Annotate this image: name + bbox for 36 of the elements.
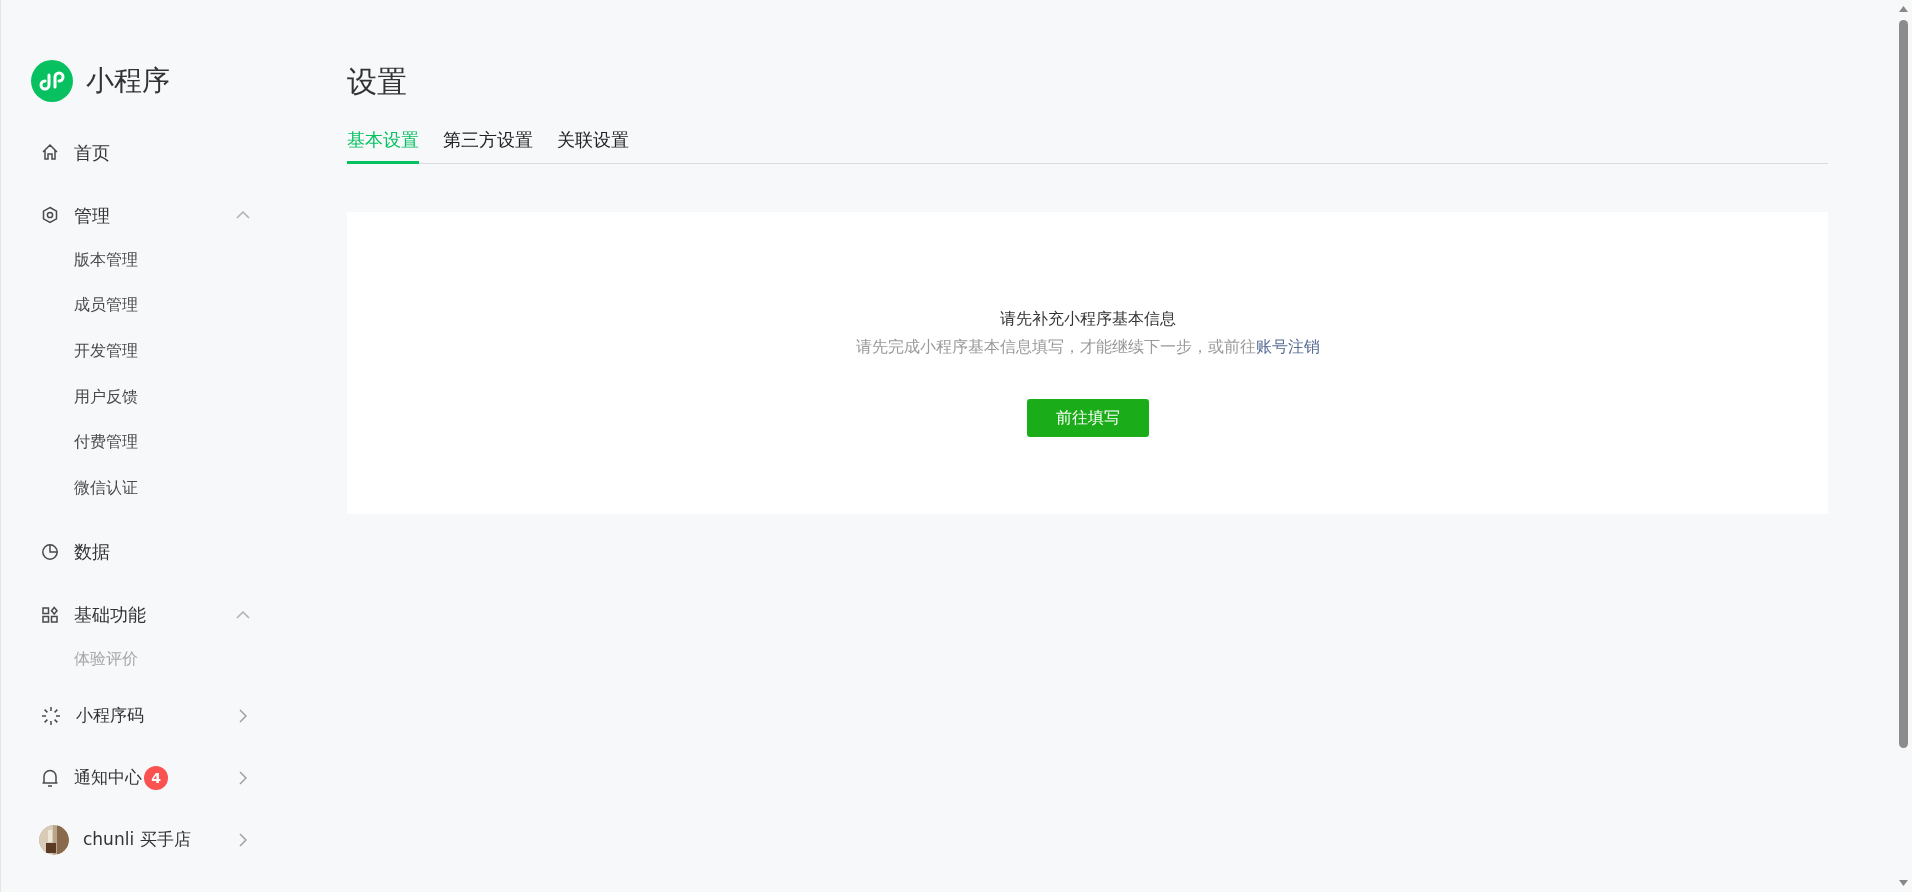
notice-title: 请先补充小程序基本信息 bbox=[999, 308, 1176, 330]
nav-item[interactable]: 管理 bbox=[31, 193, 257, 237]
tab[interactable]: 关联设置 bbox=[557, 126, 629, 164]
notification-badge: 4 bbox=[144, 766, 168, 790]
sparkle-icon bbox=[41, 706, 61, 726]
bell-icon bbox=[41, 768, 59, 788]
nav-subitem[interactable]: 微信认证 bbox=[31, 464, 138, 511]
scroll-down-icon[interactable] bbox=[1899, 880, 1908, 886]
nav-item[interactable]: chunli 买手店 bbox=[31, 809, 257, 871]
chevron-right-icon[interactable] bbox=[239, 833, 247, 847]
chevron-right-icon[interactable] bbox=[239, 709, 247, 723]
nav-subitem[interactable]: 成员管理 bbox=[31, 282, 138, 329]
tab[interactable]: 第三方设置 bbox=[443, 126, 533, 164]
nav-item[interactable]: 首页 bbox=[31, 130, 257, 174]
scrollbar-thumb[interactable] bbox=[1899, 20, 1908, 748]
logo-icon bbox=[31, 60, 73, 102]
page-title: 设置 bbox=[347, 63, 408, 101]
pie-chart-icon bbox=[41, 542, 59, 561]
nav-subitem[interactable]: 版本管理 bbox=[31, 237, 138, 283]
nav-item[interactable]: 通知中心 4 bbox=[31, 747, 257, 809]
nav-subitem[interactable]: 开发管理 bbox=[31, 328, 138, 374]
chevron-up-icon[interactable] bbox=[236, 610, 250, 619]
nav-item[interactable]: 基础功能 bbox=[31, 592, 257, 637]
chevron-up-icon[interactable] bbox=[236, 211, 250, 219]
nav-item[interactable]: 数据 bbox=[31, 529, 257, 574]
nav-subitem[interactable]: 付费管理 bbox=[31, 419, 138, 465]
chevron-right-icon[interactable] bbox=[239, 771, 247, 785]
notice-text: 请先完成小程序基本信息填写，才能继续下一步，或前往账号注销 bbox=[855, 336, 1320, 358]
hexagon-icon bbox=[41, 206, 59, 224]
grid-icon bbox=[41, 605, 59, 624]
nav-subitem[interactable]: 用户反馈 bbox=[31, 373, 138, 420]
home-icon bbox=[41, 143, 59, 161]
cancel-account-link[interactable]: 账号注销 bbox=[1255, 337, 1320, 356]
scroll-up-icon[interactable] bbox=[1899, 6, 1908, 12]
nav-item[interactable]: 小程序码 bbox=[31, 685, 257, 747]
app-title: 小程序 bbox=[86, 63, 170, 99]
